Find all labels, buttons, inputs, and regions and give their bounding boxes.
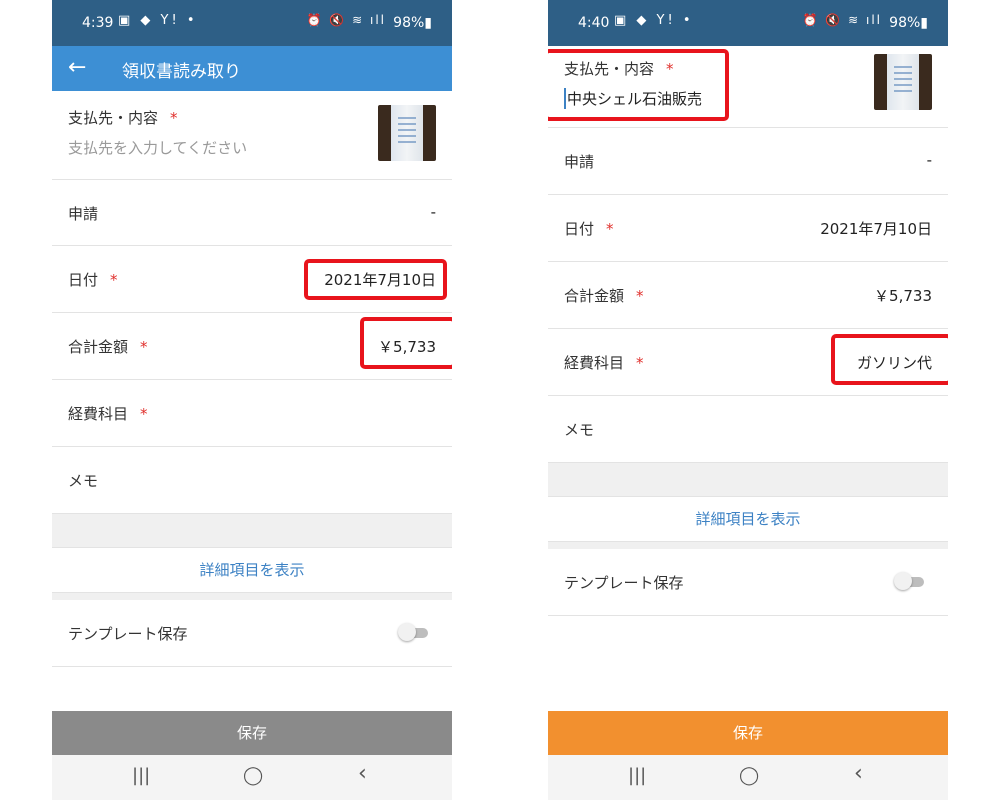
- memo-label: メモ: [68, 472, 99, 490]
- payee-label: 支払先・内容: [68, 109, 159, 127]
- template-save-toggle[interactable]: [894, 572, 926, 590]
- total-amount-field[interactable]: 合計金額 * ￥5,733: [548, 262, 948, 329]
- expense-category-value: ガソリン代: [856, 354, 932, 372]
- show-details-link[interactable]: 詳細項目を表示: [548, 497, 948, 542]
- date-label: 日付: [564, 220, 595, 238]
- notification-icons: ▣ ◆ Y! •: [118, 13, 198, 28]
- application-label: 申請: [564, 153, 595, 171]
- application-label: 申請: [68, 205, 99, 223]
- template-save-row: テンプレート保存: [52, 600, 452, 667]
- application-value: -: [926, 151, 932, 169]
- show-details-link[interactable]: 詳細項目を表示: [52, 548, 452, 593]
- save-button[interactable]: 保存: [548, 711, 948, 755]
- required-mark: *: [636, 354, 644, 372]
- back-arrow-icon[interactable]: ←: [68, 55, 86, 80]
- payee-input[interactable]: 中央シェル石油販売: [564, 88, 702, 109]
- recents-icon[interactable]: |||: [132, 765, 150, 786]
- date-label: 日付: [68, 271, 99, 289]
- battery-level: 98%▮: [393, 15, 432, 31]
- date-field[interactable]: 日付 * 2021年7月10日: [548, 195, 948, 262]
- payee-label: 支払先・内容: [564, 60, 655, 78]
- system-icons: ⏰ 🔇 ≋ ıll: [306, 13, 386, 27]
- section-divider: [52, 514, 452, 548]
- payee-field[interactable]: 支払先・内容 * 中央シェル石油販売: [548, 46, 948, 128]
- status-bar: 4:39 ▣ ◆ Y! • ⏰ 🔇 ≋ ıll 98%▮: [52, 0, 452, 46]
- date-field[interactable]: 日付 * 2021年7月10日: [52, 246, 452, 313]
- template-save-toggle[interactable]: [398, 623, 430, 641]
- application-value: -: [430, 203, 436, 221]
- save-button[interactable]: 保存: [52, 711, 452, 755]
- back-icon[interactable]: ‹: [358, 761, 367, 786]
- payee-placeholder: 支払先を入力してください: [68, 139, 248, 157]
- system-nav-bar: ||| ◯ ‹: [52, 755, 452, 800]
- section-divider: [548, 542, 948, 549]
- date-value: 2021年7月10日: [820, 220, 932, 238]
- app-bar: ← 領収書読み取り: [52, 46, 452, 91]
- receipt-thumbnail[interactable]: [378, 105, 436, 161]
- template-save-label: テンプレート保存: [564, 574, 684, 592]
- template-save-label: テンプレート保存: [68, 625, 188, 643]
- required-mark: *: [606, 220, 614, 238]
- total-amount-value: ￥5,733: [378, 338, 436, 356]
- recents-icon[interactable]: |||: [628, 765, 646, 786]
- required-mark: *: [170, 109, 178, 127]
- expense-category-label: 経費科目: [564, 354, 625, 372]
- template-save-row: テンプレート保存: [548, 549, 948, 616]
- required-mark: *: [110, 271, 118, 289]
- total-amount-value: ￥5,733: [874, 287, 932, 305]
- memo-field[interactable]: メモ: [548, 396, 948, 463]
- battery-level: 98%▮: [889, 15, 928, 31]
- required-mark: *: [636, 287, 644, 305]
- home-icon[interactable]: ◯: [739, 765, 759, 786]
- system-nav-bar: ||| ◯ ‹: [548, 755, 948, 800]
- status-bar: 4:40 ▣ ◆ Y! • ⏰ 🔇 ≋ ıll 98%▮: [548, 0, 948, 46]
- section-divider: [52, 593, 452, 600]
- expense-category-field[interactable]: 経費科目 *: [52, 380, 452, 447]
- memo-label: メモ: [564, 421, 595, 439]
- system-icons: ⏰ 🔇 ≋ ıll: [802, 13, 882, 27]
- status-time: 4:40: [578, 15, 610, 31]
- total-amount-label: 合計金額: [564, 287, 625, 305]
- status-time: 4:39: [82, 15, 114, 31]
- memo-field[interactable]: メモ: [52, 447, 452, 514]
- application-field[interactable]: 申請 -: [52, 180, 452, 246]
- expense-category-label: 経費科目: [68, 405, 129, 423]
- phone-screen-right: 4:40 ▣ ◆ Y! • ⏰ 🔇 ≋ ıll 98%▮ 支払先・内容 * 中央シ…: [548, 0, 948, 800]
- section-divider: [548, 463, 948, 497]
- required-mark: *: [140, 338, 148, 356]
- home-icon[interactable]: ◯: [243, 765, 263, 786]
- back-icon[interactable]: ‹: [854, 761, 863, 786]
- notification-icons: ▣ ◆ Y! •: [614, 13, 694, 28]
- required-mark: *: [666, 60, 674, 78]
- page-title: 領収書読み取り: [122, 62, 241, 82]
- expense-category-field[interactable]: 経費科目 * ガソリン代: [548, 329, 948, 396]
- total-amount-field[interactable]: 合計金額 * ￥5,733: [52, 313, 452, 380]
- phone-screen-left: 4:39 ▣ ◆ Y! • ⏰ 🔇 ≋ ıll 98%▮ ← 領収書読み取り 支…: [52, 0, 452, 800]
- payee-field[interactable]: 支払先・内容 * 支払先を入力してください: [52, 91, 452, 180]
- receipt-thumbnail[interactable]: [874, 54, 932, 110]
- required-mark: *: [140, 405, 148, 423]
- total-amount-label: 合計金額: [68, 338, 129, 356]
- date-value: 2021年7月10日: [324, 271, 436, 289]
- application-field[interactable]: 申請 -: [548, 128, 948, 195]
